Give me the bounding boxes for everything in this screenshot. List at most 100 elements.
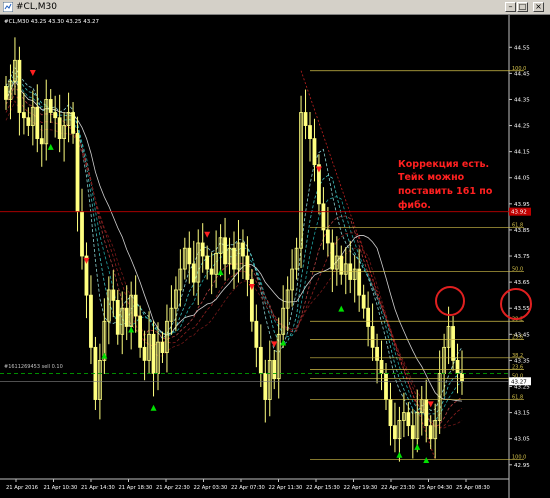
candle-body: [241, 242, 245, 257]
candle-body: [71, 112, 75, 134]
candle-body: [424, 399, 429, 427]
candle-body: [124, 307, 129, 327]
time-label: 25 Apr 08:30: [456, 485, 490, 491]
price-label: 44.45: [514, 71, 530, 77]
candle-body: [258, 346, 263, 374]
price-tag-label: 43.92: [511, 210, 527, 216]
fibo-level-label: 100.0: [512, 455, 526, 461]
annotation-line-2: Тейк можно: [398, 172, 465, 183]
candle-body: [357, 268, 362, 296]
candle-body: [393, 425, 397, 440]
candle-body: [254, 320, 259, 348]
price-label: 43.65: [514, 280, 530, 286]
candle-body: [26, 117, 31, 126]
candle-body: [303, 112, 308, 126]
candle-body: [53, 112, 58, 119]
candle-body: [245, 255, 250, 280]
time-label: 22 Apr 03:30: [194, 485, 228, 491]
candle-body: [223, 237, 227, 265]
time-label: 22 Apr 19:30: [344, 485, 378, 491]
candle-body: [21, 112, 26, 119]
price-label: 43.95: [514, 202, 530, 208]
price-label: 43.25: [514, 384, 530, 390]
candle-body: [160, 341, 165, 353]
chart-header: #CL,M30 43.25 43.30 43.25 43.27: [4, 19, 99, 25]
candle-body: [361, 294, 366, 309]
candle-body: [321, 203, 326, 231]
candle-body: [263, 373, 268, 400]
candle-body: [39, 138, 44, 145]
candle-body: [384, 373, 388, 400]
annotation-line-3: поставить 161 по: [398, 186, 493, 197]
candle-body: [330, 242, 335, 270]
candle-body: [89, 294, 93, 348]
candle-body: [187, 247, 192, 265]
annotation-line-4: фибо.: [398, 200, 431, 211]
candle-body: [375, 346, 379, 361]
price-label: 42.95: [514, 463, 530, 469]
time-label: 21 Apr 22:30: [156, 485, 190, 491]
candle-body: [142, 346, 147, 361]
candle-body: [388, 399, 393, 427]
candle-body: [410, 425, 415, 440]
fibo-level-label: 23.6: [512, 365, 523, 371]
chart-window: #CL,M30 – □ × 100.0 61.8 50.0 38.2 23.6 38.2 2…: [0, 0, 550, 498]
candle-body: [455, 360, 460, 374]
order-label: #1611269453 sell 0.10: [4, 364, 63, 370]
close-icon: ×: [535, 2, 542, 11]
title-bar[interactable]: #CL,M30 – □ ×: [0, 0, 550, 15]
time-label: 21 Apr 18:30: [119, 485, 153, 491]
candle-body: [460, 373, 464, 382]
close-button[interactable]: ×: [533, 2, 544, 12]
candle-body: [57, 117, 62, 139]
price-label: 44.05: [514, 176, 530, 182]
candle-body: [200, 242, 205, 257]
price-label: 44.35: [514, 97, 530, 103]
price-label: 43.35: [514, 358, 530, 364]
candle-body: [80, 211, 84, 257]
candle-body: [75, 132, 80, 213]
candle-body: [451, 326, 455, 361]
annotation-line-1: Коррекция есть.: [398, 159, 489, 170]
time-label: 22 Apr 23:30: [381, 485, 415, 491]
candle-body: [379, 360, 384, 374]
time-label: 21 Apr 2016: [6, 485, 38, 491]
time-label: 21 Apr 14:30: [81, 485, 115, 491]
candle-body: [48, 99, 53, 113]
candle-body: [17, 59, 22, 113]
candle-body: [272, 360, 277, 380]
candle-body: [308, 125, 312, 139]
candle-body: [205, 255, 210, 270]
minimize-button[interactable]: –: [505, 2, 516, 12]
candle-body: [151, 333, 156, 374]
price-label: 43.15: [514, 411, 530, 417]
price-label: 43.05: [514, 437, 530, 443]
candle-body: [312, 138, 317, 166]
candle-body: [133, 294, 138, 317]
minimize-icon: –: [508, 2, 513, 11]
price-tag-label: 43.27: [511, 379, 527, 385]
fibo-level-label: 50.0: [512, 267, 523, 273]
time-label: 25 Apr 04:30: [419, 485, 453, 491]
price-label: 44.55: [514, 45, 530, 51]
maximize-button[interactable]: □: [517, 2, 528, 12]
candle-body: [4, 86, 8, 100]
window-title: #CL,M30: [16, 2, 57, 12]
candle-body: [325, 229, 330, 244]
time-label: 22 Apr 11:30: [269, 485, 303, 491]
price-label: 44.15: [514, 150, 530, 156]
candle-body: [406, 412, 411, 427]
candle-body: [35, 106, 40, 139]
time-label: 22 Apr 15:30: [306, 485, 340, 491]
price-label: 43.55: [514, 306, 530, 312]
candle-body: [209, 268, 214, 275]
candle-body: [115, 299, 120, 335]
candle-body: [111, 289, 116, 301]
price-label: 43.75: [514, 254, 530, 260]
price-label: 44.25: [514, 124, 530, 130]
price-chart[interactable]: 100.061.850.038.223.638.223.650.061.8100…: [0, 15, 550, 498]
candle-body: [191, 263, 196, 283]
time-label: 22 Apr 07:30: [231, 485, 265, 491]
candle-body: [232, 247, 236, 270]
candle-body: [138, 315, 143, 348]
